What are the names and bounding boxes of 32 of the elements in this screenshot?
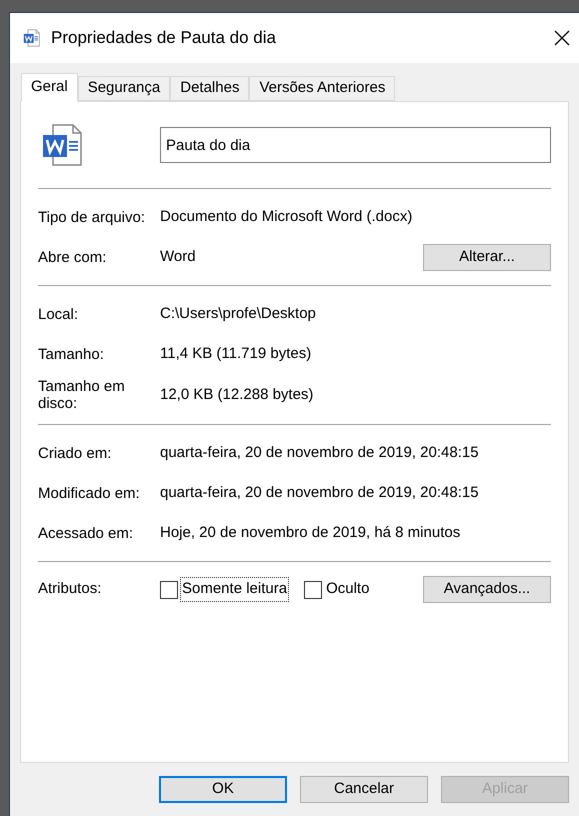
property-value: quarta-feira, 20 de novembro de 2019, 20:48:15	[160, 482, 480, 503]
word-document-icon	[41, 123, 85, 167]
close-icon[interactable]	[553, 29, 571, 47]
property-label: Tamanho em disco:	[38, 378, 126, 412]
window-title: Propriedades de Pauta do dia	[51, 27, 277, 50]
tab[interactable]: Geral	[21, 73, 78, 102]
property-value: Word	[160, 246, 197, 267]
word-document-icon	[23, 29, 41, 47]
property-value: quarta-feira, 20 de novembro de 2019, 20:48:15	[160, 442, 480, 463]
property-value: 11,4 KB (11.719 bytes)	[160, 344, 312, 364]
property-label: Tamanho:	[38, 346, 105, 362]
file-name-field[interactable]: Pauta do dia	[160, 127, 551, 163]
tab[interactable]: Versões Anteriores	[249, 76, 396, 101]
property-label: Modificado em:	[38, 484, 141, 502]
dialog-button[interactable]: Avançados...	[423, 576, 551, 603]
property-value: C:\Users\profe\Desktop	[160, 304, 317, 324]
dialog-button[interactable]: OK	[159, 776, 287, 803]
checkbox[interactable]: Somente leitura	[160, 578, 288, 601]
property-value: 12,0 KB (12.288 bytes)	[160, 384, 314, 405]
property-label: Tipo de arquivo:	[38, 208, 146, 226]
property-label: Local:	[38, 306, 80, 322]
dialog-button[interactable]: Alterar...	[423, 244, 551, 270]
attributes-label: Atributos:	[38, 579, 102, 600]
property-value: Hoje, 20 de novembro de 2019, há 8 minutos	[160, 522, 462, 543]
tab[interactable]: Segurança	[78, 76, 170, 101]
property-label: Abre com:	[38, 248, 108, 266]
property-value: Documento do Microsoft Word (.docx)	[160, 206, 414, 227]
checkbox[interactable]: Oculto	[304, 578, 370, 601]
tab[interactable]: Detalhes	[170, 76, 250, 101]
property-label: Acessado em:	[38, 524, 134, 542]
dialog-button[interactable]: Cancelar	[300, 776, 428, 803]
property-label: Criado em:	[38, 444, 112, 462]
